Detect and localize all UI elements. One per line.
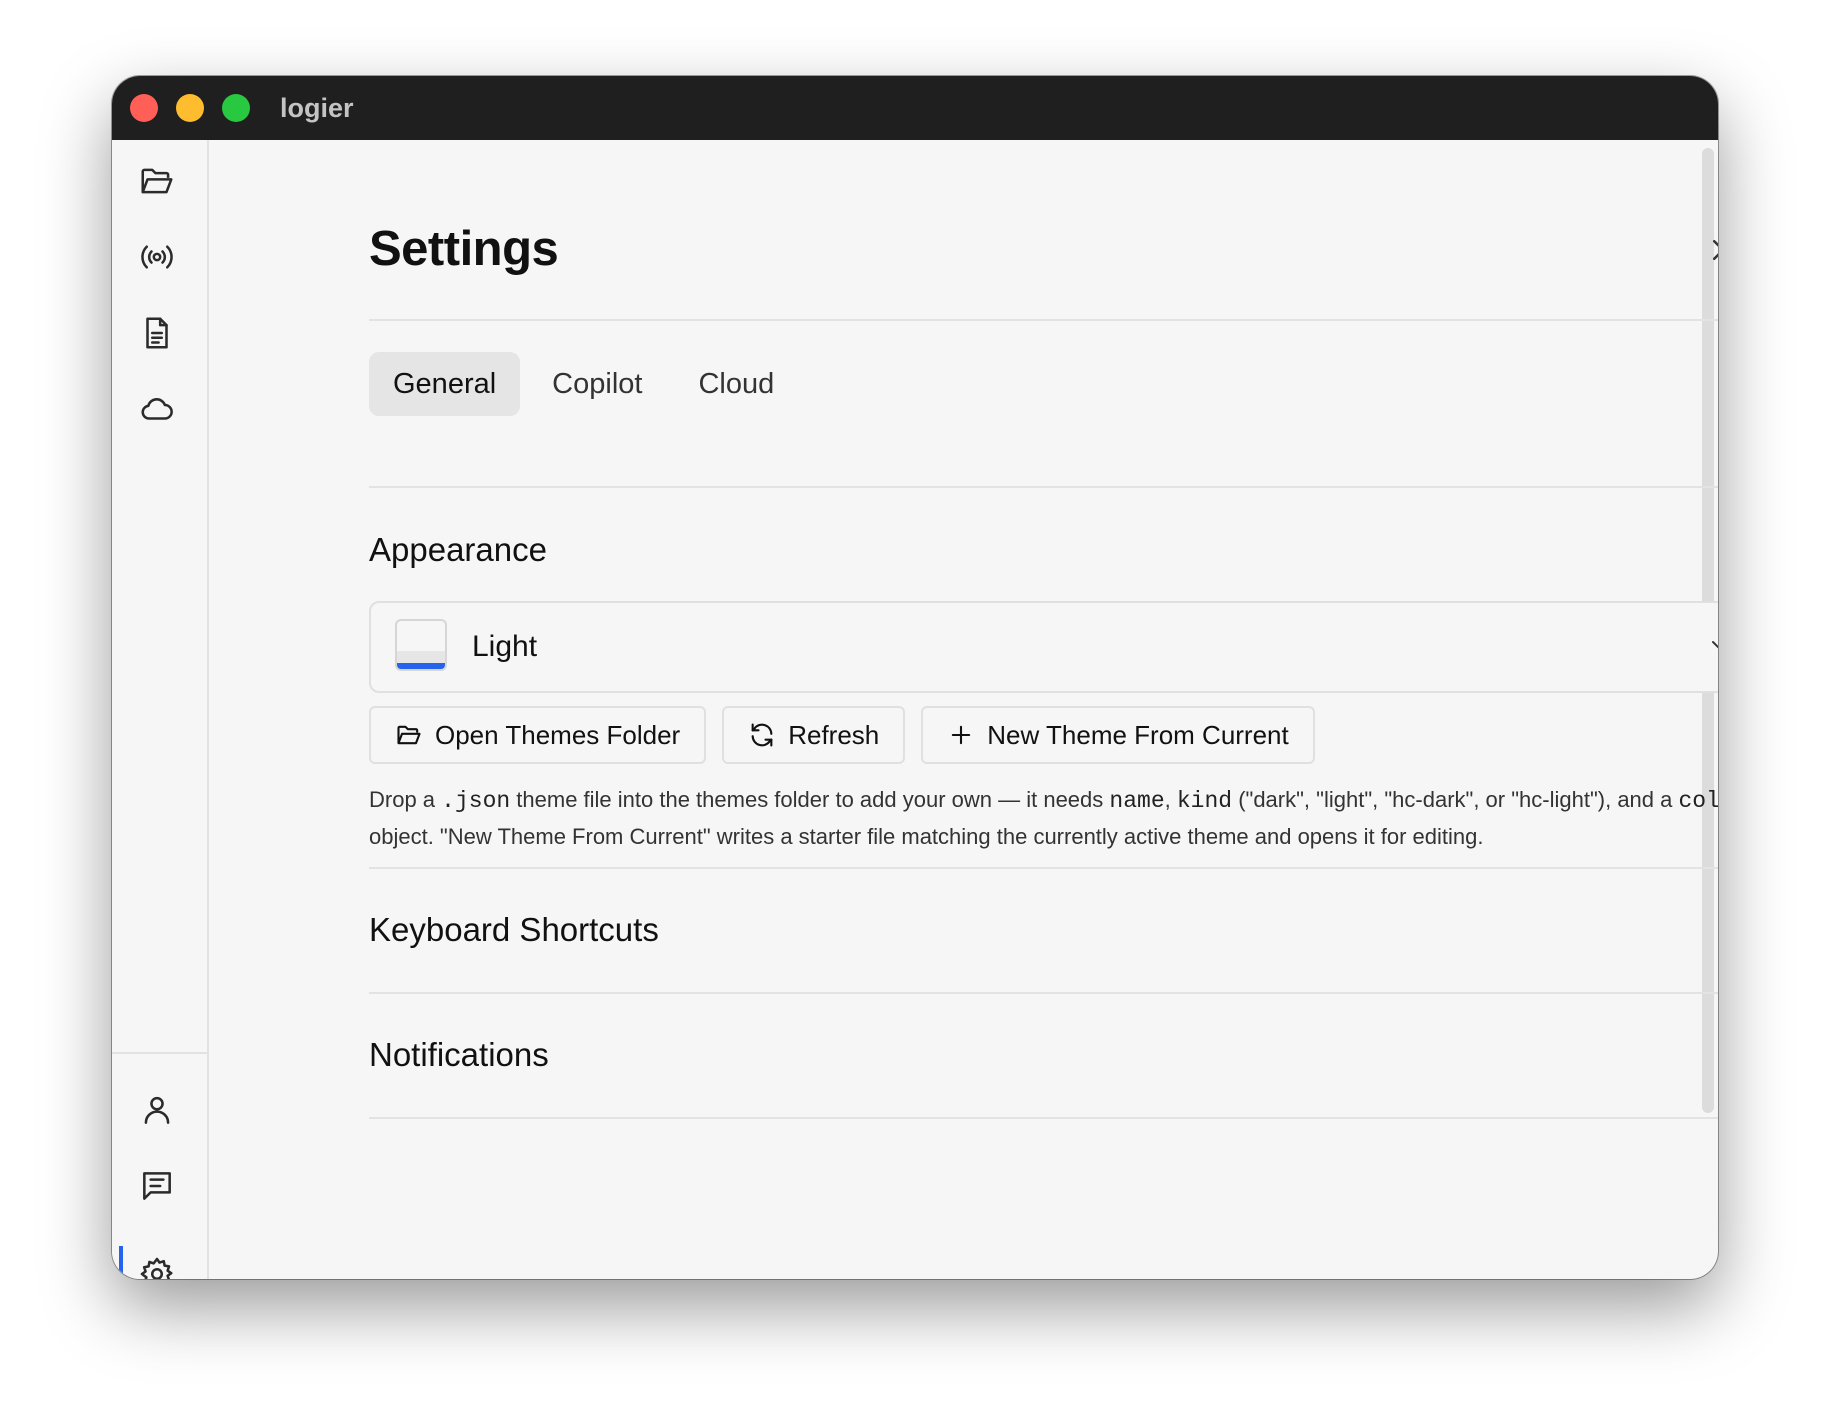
- notifications-divider: [369, 1117, 1718, 1119]
- keyboard-shortcuts-title: Keyboard Shortcuts: [369, 911, 659, 948]
- appearance-help-text: Drop a .json theme file into the themes …: [369, 787, 1718, 849]
- appearance-section-header[interactable]: Appearance: [369, 526, 1718, 574]
- title-bar: logier: [112, 76, 1718, 140]
- plus-icon: [952, 725, 971, 745]
- sidebar-active-indicator: [119, 1246, 123, 1279]
- sidebar-item-feedback[interactable]: [136, 1165, 178, 1207]
- sidebar-item-settings[interactable]: [136, 1253, 178, 1279]
- tab-cloud[interactable]: Cloud: [674, 352, 798, 416]
- folder-open-icon: [397, 725, 421, 745]
- user-icon: [144, 1096, 170, 1124]
- broadcast-icon: [141, 245, 173, 269]
- tabs-divider: [369, 486, 1718, 488]
- refresh-button[interactable]: Refresh: [722, 706, 906, 764]
- close-icon: [1713, 240, 1718, 260]
- appearance-title: Appearance: [369, 531, 547, 568]
- sidebar-divider: [112, 1052, 207, 1054]
- window-close-button[interactable]: [130, 94, 158, 122]
- notifications-title: Notifications: [369, 1036, 549, 1073]
- new-theme-button[interactable]: New Theme From Current: [921, 706, 1315, 764]
- app-title: logier: [280, 93, 354, 123]
- cloud-icon: [141, 398, 173, 420]
- gear-icon: [140, 1257, 173, 1279]
- page-title: Settings: [369, 222, 559, 276]
- keyboard-divider: [369, 992, 1718, 994]
- theme-swatch: [395, 619, 447, 671]
- document-icon: [146, 317, 168, 349]
- window-minimize-button[interactable]: [176, 94, 204, 122]
- settings-panel: Settings General Copilot Cloud Appearanc…: [209, 140, 1718, 1279]
- sidebar-item-account[interactable]: [136, 1089, 178, 1131]
- window-maximize-button[interactable]: [222, 94, 250, 122]
- sidebar-item-live[interactable]: [136, 236, 178, 278]
- settings-tabs: General Copilot Cloud: [369, 352, 798, 416]
- tab-general[interactable]: General: [369, 352, 521, 416]
- open-themes-folder-label: Open Themes Folder: [435, 719, 681, 750]
- sidebar: [112, 140, 209, 1279]
- theme-select-value: Light: [472, 630, 538, 663]
- tab-copilot[interactable]: Copilot: [528, 352, 666, 416]
- new-theme-label: New Theme From Current: [987, 719, 1289, 750]
- refresh-icon: [751, 723, 773, 747]
- close-settings-button[interactable]: [1699, 226, 1718, 274]
- sidebar-item-cloud[interactable]: [136, 388, 178, 430]
- keyboard-section-header[interactable]: Keyboard Shortcuts: [369, 906, 1718, 954]
- theme-select[interactable]: Light: [369, 601, 1718, 693]
- notifications-section-header[interactable]: Notifications: [369, 1031, 1718, 1079]
- chevron-down-icon: [1699, 625, 1718, 665]
- open-themes-folder-button[interactable]: Open Themes Folder: [369, 706, 707, 764]
- folder-open-icon: [141, 168, 173, 194]
- sidebar-item-logs[interactable]: [136, 312, 178, 354]
- title-divider: [369, 319, 1718, 321]
- refresh-label: Refresh: [788, 719, 880, 750]
- message-icon: [143, 1172, 171, 1200]
- theme-actions: Open Themes Folder Refresh New Theme Fro…: [369, 706, 1315, 764]
- appearance-divider: [369, 867, 1718, 869]
- sidebar-item-files[interactable]: [136, 160, 178, 202]
- app-window: logier Settings General Copilot Cloud Ap…: [112, 76, 1718, 1279]
